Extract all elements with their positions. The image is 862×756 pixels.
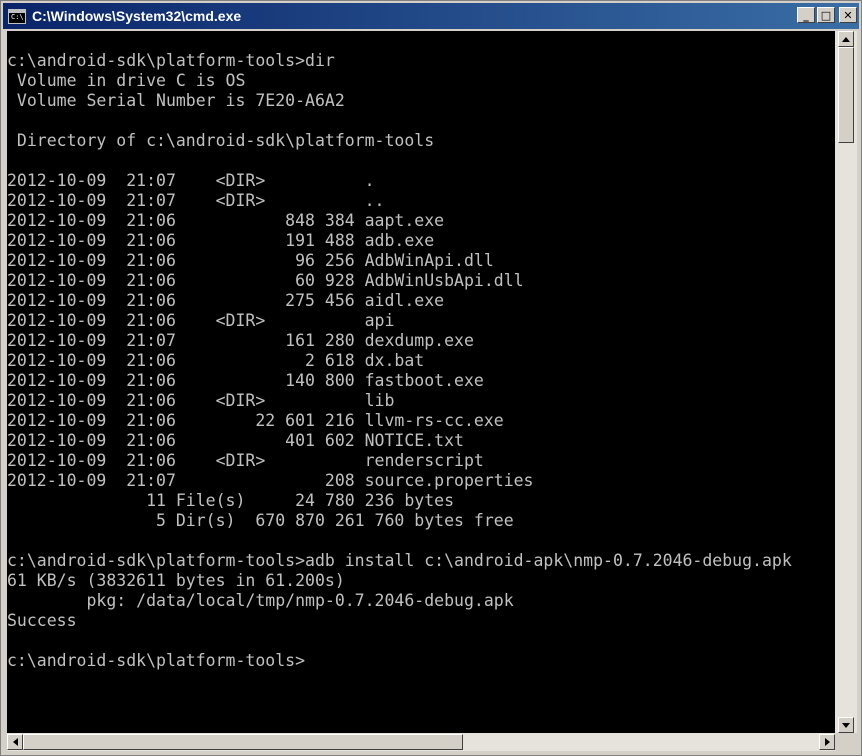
- console-line: 2012-10-09 21:06 <DIR> lib: [7, 391, 395, 410]
- console-line: Directory of c:\android-sdk\platform-too…: [7, 131, 435, 150]
- console-output[interactable]: c:\android-sdk\platform-tools>dir Volume…: [7, 31, 835, 733]
- console-line: pkg: /data/local/tmp/nmp-0.7.2046-debug.…: [7, 591, 514, 610]
- console-line: 2012-10-09 21:06 60 928 AdbWinUsbApi.dll: [7, 271, 524, 290]
- console-line: 11 File(s) 24 780 236 bytes: [7, 491, 455, 510]
- arrow-right-icon: [824, 738, 830, 746]
- arrow-up-icon: [842, 36, 850, 42]
- console-line: 2012-10-09 21:06 191 488 adb.exe: [7, 231, 435, 250]
- console-line: 2012-10-09 21:06 22 601 216 llvm-rs-cc.e…: [7, 411, 504, 430]
- console-line: c:\android-sdk\platform-tools>: [7, 651, 306, 670]
- console-line: c:\android-sdk\platform-tools>adb instal…: [7, 551, 792, 570]
- console-line: c:\android-sdk\platform-tools>dir: [7, 51, 335, 70]
- console-line: 2012-10-09 21:06 140 800 fastboot.exe: [7, 371, 484, 390]
- console-line: 2012-10-09 21:06 848 384 aapt.exe: [7, 211, 445, 230]
- title-bar[interactable]: C:\ C:\Windows\System32\cmd.exe _ □ ✕: [3, 3, 859, 29]
- console-line: 2012-10-09 21:06 <DIR> renderscript: [7, 451, 484, 470]
- resize-grip[interactable]: [835, 733, 857, 751]
- vertical-scrollbar[interactable]: [835, 31, 857, 733]
- console-line: 5 Dir(s) 670 870 261 760 bytes free: [7, 511, 514, 530]
- maximize-button[interactable]: □: [817, 7, 835, 23]
- close-button[interactable]: ✕: [839, 7, 857, 23]
- console-line: 2012-10-09 21:06 96 256 AdbWinApi.dll: [7, 251, 494, 270]
- console-text: c:\android-sdk\platform-tools>dir Volume…: [7, 31, 835, 671]
- console-line: 2012-10-09 21:06 <DIR> api: [7, 311, 395, 330]
- console-line: 2012-10-09 21:07 <DIR> ..: [7, 191, 385, 210]
- window-title: C:\Windows\System32\cmd.exe: [32, 8, 242, 24]
- window-controls: _ □ ✕: [797, 7, 857, 23]
- console-line: 2012-10-09 21:06 275 456 aidl.exe: [7, 291, 445, 310]
- arrow-down-icon: [842, 722, 850, 728]
- console-line: 2012-10-09 21:07 <DIR> .: [7, 171, 375, 190]
- horizontal-scrollbar[interactable]: [7, 733, 835, 751]
- console-line: 2012-10-09 21:06 2 618 dx.bat: [7, 351, 425, 370]
- scroll-right-button[interactable]: [819, 734, 835, 750]
- scroll-up-button[interactable]: [838, 31, 854, 47]
- horizontal-scroll-thumb[interactable]: [23, 734, 463, 750]
- console-line: Volume Serial Number is 7E20-A6A2: [7, 91, 345, 110]
- arrow-left-icon: [12, 738, 18, 746]
- console-line: 2012-10-09 21:07 208 source.properties: [7, 471, 534, 490]
- cmd-window: C:\ C:\Windows\System32\cmd.exe _ □ ✕ c:…: [0, 0, 862, 756]
- vertical-scroll-thumb[interactable]: [838, 47, 854, 143]
- minimize-button[interactable]: _: [797, 7, 815, 23]
- console-line: 61 KB/s (3832611 bytes in 61.200s): [7, 571, 345, 590]
- console-app-icon[interactable]: C:\: [8, 8, 26, 24]
- scroll-down-button[interactable]: [838, 717, 854, 733]
- console-line: Success: [7, 611, 77, 630]
- console-line: 2012-10-09 21:07 161 280 dexdump.exe: [7, 331, 474, 350]
- console-line: 2012-10-09 21:06 401 602 NOTICE.txt: [7, 431, 464, 450]
- scroll-left-button[interactable]: [7, 734, 23, 750]
- console-line: Volume in drive C is OS: [7, 71, 246, 90]
